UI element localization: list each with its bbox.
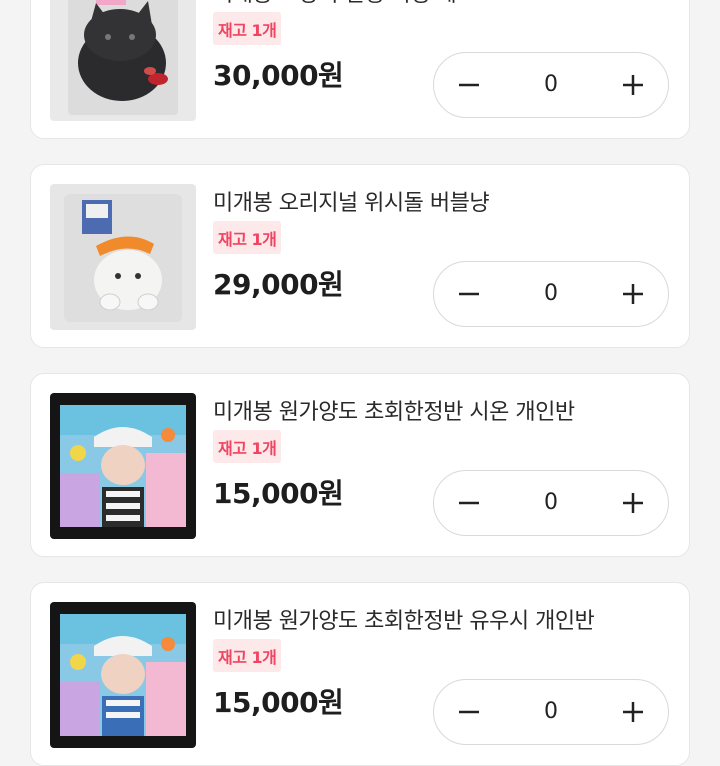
product-image-album-cover-yushi[interactable] [50, 602, 196, 748]
product-card: 미개봉 오리지널 위시돌 버블냥 재고 1개 29,000원 0 [30, 164, 690, 348]
product-title: 미개봉 고양이 인형 키링 세트 [213, 0, 476, 8]
product-price: 15,000원 [213, 477, 344, 510]
minus-icon [459, 501, 479, 504]
product-title: 미개봉 원가양도 초회한정반 시온 개인반 [213, 400, 575, 425]
quantity-stepper: 0 [433, 261, 669, 327]
increase-button[interactable] [598, 471, 668, 534]
stock-badge: 재고 1개 [213, 639, 282, 672]
product-image-cat-plush[interactable] [50, 0, 196, 121]
decrease-button[interactable] [434, 680, 504, 743]
decrease-button[interactable] [434, 53, 504, 116]
quantity-value[interactable]: 0 [504, 471, 598, 534]
product-card: 미개봉 고양이 인형 키링 세트 재고 1개 30,000원 0 [30, 0, 690, 139]
quantity-value[interactable]: 0 [504, 680, 598, 743]
stock-badge: 재고 1개 [213, 12, 282, 45]
product-price: 15,000원 [213, 686, 344, 719]
decrease-button[interactable] [434, 471, 504, 534]
product-card: 미개봉 원가양도 초회한정반 시온 개인반 재고 1개 15,000원 0 [30, 373, 690, 557]
stock-badge: 재고 1개 [213, 221, 282, 254]
minus-icon [459, 292, 479, 295]
product-title: 미개봉 원가양도 초회한정반 유우시 개인반 [213, 609, 595, 634]
product-image-album-cover-sion[interactable] [50, 393, 196, 539]
quantity-stepper: 0 [433, 52, 669, 118]
increase-button[interactable] [598, 53, 668, 116]
product-price: 29,000원 [213, 268, 344, 301]
stock-badge: 재고 1개 [213, 430, 282, 463]
product-image-bubble-cat-doll[interactable] [50, 184, 196, 330]
product-card: 미개봉 원가양도 초회한정반 유우시 개인반 재고 1개 15,000원 0 [30, 582, 690, 766]
increase-button[interactable] [598, 262, 668, 325]
product-price: 30,000원 [213, 59, 344, 92]
increase-button[interactable] [598, 680, 668, 743]
product-title: 미개봉 오리지널 위시돌 버블냥 [213, 191, 490, 216]
plus-icon [623, 74, 643, 95]
quantity-stepper: 0 [433, 470, 669, 536]
minus-icon [459, 83, 479, 86]
decrease-button[interactable] [434, 262, 504, 325]
plus-icon [623, 492, 643, 513]
quantity-value[interactable]: 0 [504, 53, 598, 116]
quantity-stepper: 0 [433, 679, 669, 745]
plus-icon [623, 283, 643, 304]
quantity-value[interactable]: 0 [504, 262, 598, 325]
